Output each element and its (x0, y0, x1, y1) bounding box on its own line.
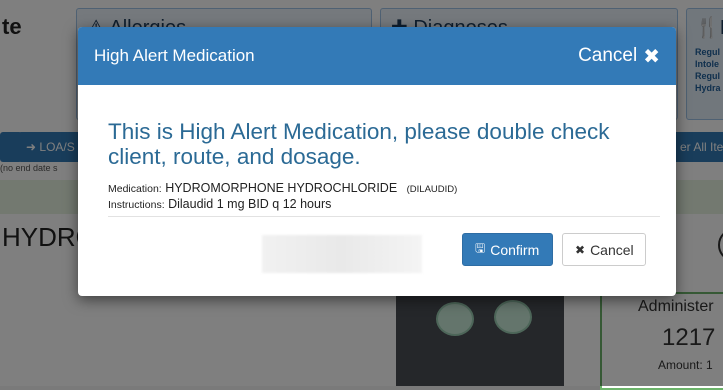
save-icon: 🖫 (475, 241, 486, 255)
instructions-label: Instructions: (108, 199, 165, 211)
medication-value: HYDROMORPHONE HYDROCHLORIDE (165, 181, 398, 195)
redacted-area (262, 235, 422, 273)
cancel-button[interactable]: ✖ Cancel (562, 233, 646, 266)
medication-line: Medication: HYDROMORPHONE HYDROCHLORIDE … (108, 181, 646, 197)
instructions-value: Dilaudid 1 mg BID q 12 hours (168, 197, 332, 211)
modal-footer: 🖫 Confirm ✖ Cancel (78, 233, 676, 273)
high-alert-modal: High Alert Medication Cancel ✖ This is H… (78, 27, 676, 296)
modal-close-label: Cancel (578, 45, 638, 66)
medication-label: Medication: (108, 183, 162, 195)
alert-heading: This is High Alert Medication, please do… (108, 119, 610, 169)
modal-divider (108, 216, 660, 217)
modal-close-button[interactable]: Cancel ✖ (578, 44, 660, 69)
modal-header: High Alert Medication Cancel ✖ (78, 27, 676, 85)
confirm-label: Confirm (490, 241, 540, 258)
modal-title: High Alert Medication (94, 46, 255, 65)
modal-body: This is High Alert Medication, please do… (78, 85, 676, 213)
confirm-button[interactable]: 🖫 Confirm (462, 233, 553, 266)
instructions-line: Instructions: Dilaudid 1 mg BID q 12 hou… (108, 197, 646, 213)
close-icon: ✖ (643, 45, 660, 68)
cancel-label: Cancel (590, 241, 634, 258)
medication-brand: (DILAUDID) (406, 184, 458, 195)
x-icon: ✖ (575, 242, 586, 257)
